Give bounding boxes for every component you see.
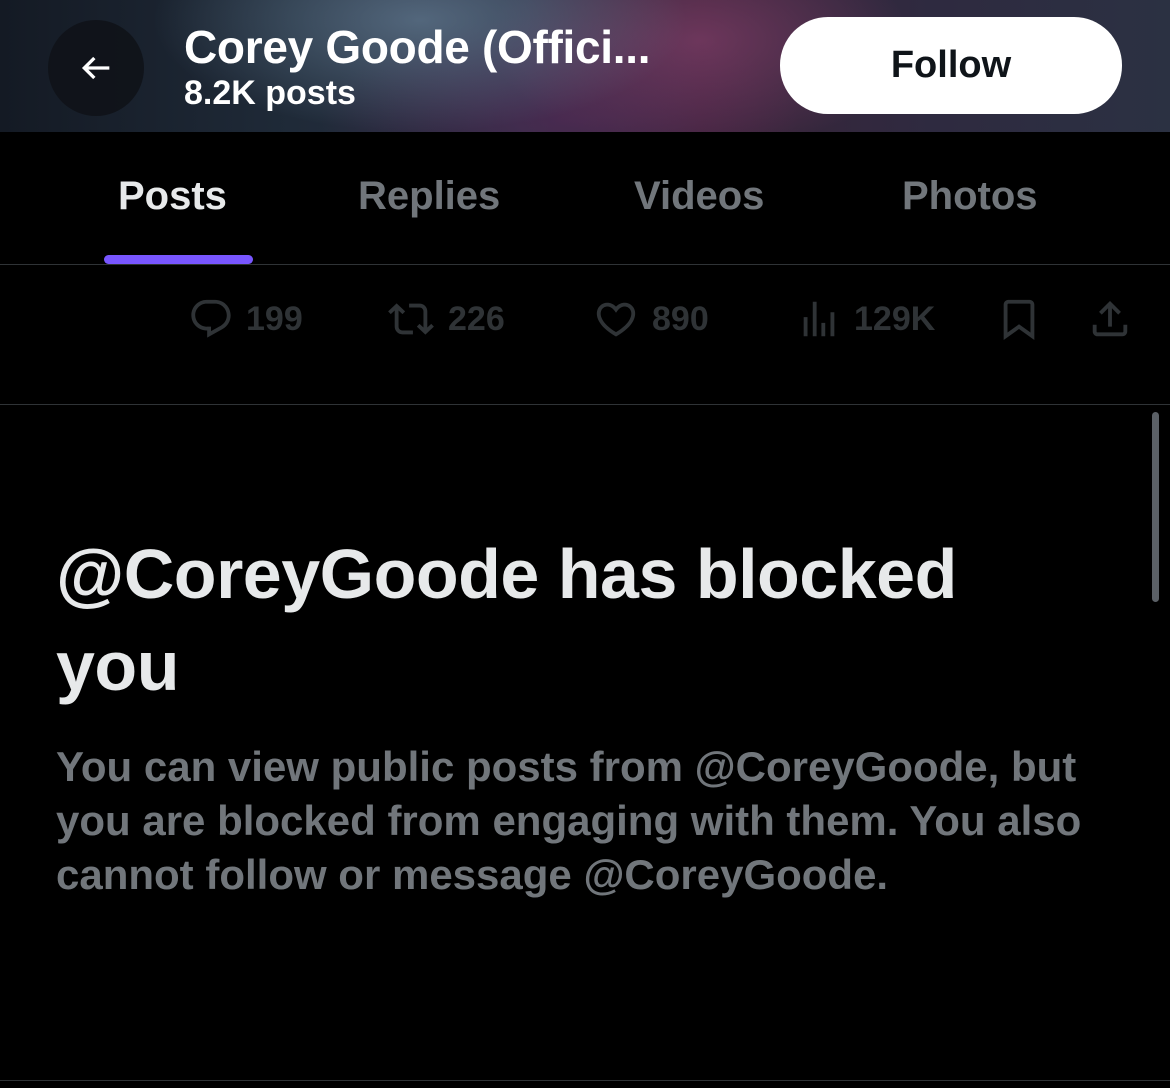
tab-videos[interactable]: Videos xyxy=(634,174,764,219)
views-count: 129K xyxy=(854,299,936,338)
tab-photos[interactable]: Photos xyxy=(902,174,1038,219)
bookmark-icon xyxy=(1003,299,1035,340)
tab-replies[interactable]: Replies xyxy=(358,174,500,219)
arrow-left-icon xyxy=(81,56,110,80)
blocked-description: You can view public posts from @CoreyGoo… xyxy=(56,743,1082,898)
repost-icon xyxy=(388,303,434,335)
profile-tabs: Posts Replies Videos Photos xyxy=(0,132,1170,265)
repost-action[interactable]: 226 xyxy=(386,297,505,341)
posts-count: 8.2K posts xyxy=(184,74,356,112)
post-action-bar: 199 226 890 129K xyxy=(0,265,1170,405)
share-action[interactable] xyxy=(1086,297,1134,341)
follow-button[interactable]: Follow xyxy=(780,17,1122,114)
profile-name: Corey Goode (Offici... xyxy=(184,21,651,73)
tab-posts[interactable]: Posts xyxy=(118,174,227,219)
blocked-title: @CoreyGoode has blocked you xyxy=(56,535,957,705)
active-tab-indicator xyxy=(104,255,253,264)
views-action[interactable]: 129K xyxy=(796,297,935,341)
repost-count: 226 xyxy=(448,299,505,338)
back-button[interactable] xyxy=(48,20,144,116)
reply-count: 199 xyxy=(246,299,303,338)
reply-action[interactable]: 199 xyxy=(188,297,303,341)
like-count: 890 xyxy=(652,299,709,338)
share-icon xyxy=(1092,300,1128,337)
views-icon xyxy=(803,301,835,337)
bookmark-action[interactable] xyxy=(996,297,1042,341)
profile-header-banner: Corey Goode (Offici... 8.2K posts Follow xyxy=(0,0,1170,132)
like-action[interactable]: 890 xyxy=(592,297,709,341)
reply-icon xyxy=(191,299,231,338)
scrollbar[interactable] xyxy=(1152,412,1159,602)
heart-icon xyxy=(596,302,636,337)
divider xyxy=(0,1080,1170,1081)
